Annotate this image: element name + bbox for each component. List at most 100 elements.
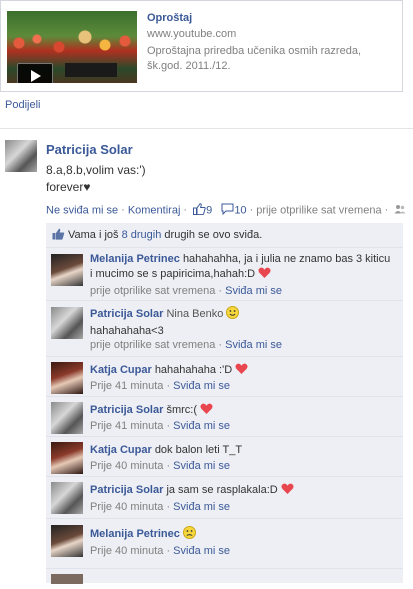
friends-privacy-icon: [394, 204, 406, 217]
avatar[interactable]: [5, 140, 37, 172]
comment-time[interactable]: Prije 41 minuta: [90, 380, 163, 392]
separator: ·: [121, 204, 125, 217]
comment-meta: Prije 41 minuta · Sviđa mi se: [90, 420, 230, 432]
comment-time[interactable]: Prije 40 minuta: [90, 460, 163, 472]
separator: ·: [218, 285, 223, 297]
separator: ·: [166, 460, 171, 472]
separator: ·: [218, 339, 223, 351]
comment: Katja Cupar hahahahaha :'D Prije 41 minu…: [46, 356, 403, 397]
avatar[interactable]: [51, 307, 83, 339]
like-comment-link[interactable]: Sviđa mi se: [173, 545, 230, 557]
thumbs-up-icon: [52, 228, 65, 243]
comment-meta: Prije 40 minuta · Sviđa mi se: [90, 460, 230, 472]
comment-author[interactable]: Patricija Solar: [90, 484, 163, 496]
comment-body: Katja Cupar dok balon leti T_T: [90, 443, 395, 458]
separator: ·: [166, 420, 171, 432]
like-count[interactable]: 9: [206, 204, 212, 216]
comment: Katja Cupar dok balon leti T_T Prije 40 …: [46, 436, 403, 477]
comment-count[interactable]: 10: [234, 204, 246, 216]
others-link[interactable]: 8 drugih: [122, 229, 162, 241]
comment-body: Melanija Petrinec hahahahha, ja i julia …: [90, 252, 395, 284]
likes-summary: Vama i još 8 drugih drugih se ovo sviđa.: [46, 223, 403, 248]
thumbs-up-icon[interactable]: [193, 203, 206, 218]
link-source: www.youtube.com: [147, 28, 237, 40]
play-icon[interactable]: [17, 63, 53, 83]
tagged-user[interactable]: Nina Benko: [166, 308, 223, 320]
comment-text: šmrc:(: [166, 404, 197, 416]
comments-section: Vama i još 8 drugih drugih se ovo sviđa.…: [46, 223, 403, 584]
comment-text: ja sam se rasplakala:D: [166, 484, 278, 496]
comment-meta: Prije 40 minuta · Sviđa mi se: [90, 501, 230, 513]
post-text-line2: forever♥: [46, 180, 91, 194]
likes-prefix: Vama i još: [68, 229, 122, 241]
avatar[interactable]: [51, 442, 83, 474]
comment-author[interactable]: Patricija Solar: [90, 308, 163, 320]
comment-body: Patricija Solar ja sam se rasplakala:D: [90, 483, 395, 500]
smile-emoji-icon: [226, 306, 240, 324]
divider: [0, 128, 413, 129]
heart-emoji-icon: [235, 363, 248, 380]
comment-text: hahahahaha<3: [90, 325, 164, 337]
like-comment-link[interactable]: Sviđa mi se: [173, 501, 230, 513]
separator: ·: [166, 380, 171, 392]
like-comment-link[interactable]: Sviđa mi se: [173, 380, 230, 392]
comment: Melanija Petrinec hahahahha, ja i julia …: [46, 247, 403, 301]
comment-meta: Prije 41 minuta · Sviđa mi se: [90, 380, 230, 392]
separator: ·: [384, 204, 389, 217]
post-time[interactable]: prije otprilike sat vremena: [256, 204, 381, 216]
post-author[interactable]: Patricija Solar: [46, 142, 133, 157]
comment-time[interactable]: prije otprilike sat vremena: [90, 339, 215, 351]
thumbnail-scene: [7, 29, 137, 63]
comment-meta: prije otprilike sat vremena · Sviđa mi s…: [90, 285, 282, 297]
comment: Melanija Petrinec Prije 40 minuta · Sviđ…: [46, 518, 403, 569]
comment-text: dok balon leti T_T: [154, 444, 243, 456]
comment-time[interactable]: Prije 40 minuta: [90, 501, 163, 513]
comment-author[interactable]: Melanija Petrinec: [90, 253, 180, 265]
link-title[interactable]: Oproštaj: [147, 12, 192, 24]
comment: [46, 568, 403, 589]
link-description: Oproštajna priredba učenika osmih razred…: [147, 45, 362, 72]
likes-suffix: drugih se ovo sviđa.: [161, 229, 263, 241]
comment-body: Melanija Petrinec: [90, 526, 395, 544]
video-thumbnail[interactable]: [7, 11, 137, 83]
like-comment-link[interactable]: Sviđa mi se: [173, 460, 230, 472]
comment-time[interactable]: Prije 41 minuta: [90, 420, 163, 432]
avatar[interactable]: [51, 574, 83, 584]
comment-bubble-icon[interactable]: [221, 203, 234, 218]
shared-link-card[interactable]: Oproštaj www.youtube.com Oproštajna prir…: [0, 0, 403, 92]
comment-author[interactable]: Katja Cupar: [90, 444, 152, 456]
avatar[interactable]: [51, 362, 83, 394]
comment-author[interactable]: Patricija Solar: [90, 404, 163, 416]
comment: Patricija Solar šmrc:( Prije 41 minuta ·…: [46, 396, 403, 437]
comment-meta: prije otprilike sat vremena · Sviđa mi s…: [90, 339, 282, 351]
comment-text: hahahahaha :'D: [154, 364, 233, 376]
like-comment-link[interactable]: Sviđa mi se: [173, 420, 230, 432]
comment-meta: Prije 40 minuta · Sviđa mi se: [90, 545, 230, 557]
comment-body: Patricija Solar Nina Benko hahahahaha<3: [90, 306, 395, 339]
separator: ·: [166, 545, 171, 557]
unlike-link[interactable]: Ne sviđa mi se: [46, 204, 118, 216]
comment-body: Patricija Solar šmrc:(: [90, 403, 395, 420]
post-actions: Ne sviđa mi se · Komentiraj · 9 10 · prije ot…: [46, 203, 406, 218]
avatar[interactable]: [51, 402, 83, 434]
separator: ·: [166, 501, 171, 513]
heart-emoji-icon: [281, 483, 294, 500]
comment-time[interactable]: prije otprilike sat vremena: [90, 285, 215, 297]
smile-emoji-icon: [182, 526, 196, 544]
comment-time[interactable]: Prije 40 minuta: [90, 545, 163, 557]
avatar[interactable]: [51, 525, 83, 557]
comment: Patricija Solar Nina Benko hahahahaha<3 …: [46, 300, 403, 357]
comment: Patricija Solar ja sam se rasplakala:D P…: [46, 476, 403, 519]
share-link[interactable]: Podijeli: [5, 99, 40, 111]
comment-author[interactable]: Katja Cupar: [90, 364, 152, 376]
like-comment-link[interactable]: Sviđa mi se: [225, 339, 282, 351]
heart-emoji-icon: [258, 267, 271, 284]
post-text: 8.a,8.b,volim vas:'): [46, 163, 146, 177]
comment-body: Katja Cupar hahahahaha :'D: [90, 363, 395, 380]
avatar[interactable]: [51, 482, 83, 514]
thumbnail-piano: [65, 63, 117, 77]
avatar[interactable]: [51, 254, 83, 286]
like-comment-link[interactable]: Sviđa mi se: [225, 285, 282, 297]
comment-link[interactable]: Komentiraj: [128, 204, 181, 216]
comment-author[interactable]: Melanija Petrinec: [90, 528, 180, 540]
